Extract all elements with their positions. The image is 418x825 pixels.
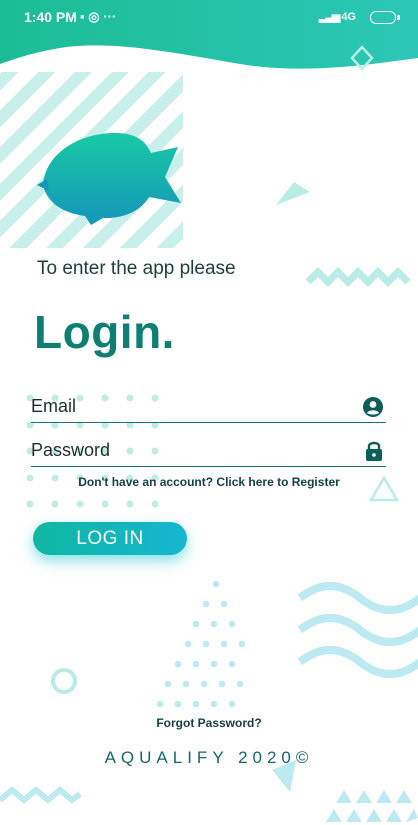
footer-brand: AQUALIFY 2020©: [104, 748, 314, 767]
lock-icon: [364, 440, 384, 467]
password-field-container: [31, 436, 386, 467]
status-time: 1:40 PM: [24, 9, 77, 25]
register-link[interactable]: Don't have an account? Click here to Reg…: [0, 475, 418, 489]
person-circle-icon: [362, 396, 384, 423]
email-field-container: [31, 392, 386, 423]
login-button[interactable]: LOG IN: [33, 522, 187, 555]
login-prompt: To enter the app please: [37, 258, 236, 279]
status-bar: 1:40 PM ▪ ◎ ··· ▂▃▅ 4G: [0, 0, 418, 34]
fish-logo: [37, 132, 181, 225]
signal-icon: ▂▃▅: [318, 11, 340, 23]
battery-icon: [370, 11, 400, 24]
network-type: 4G: [341, 11, 356, 23]
forgot-password-link[interactable]: Forgot Password?: [0, 716, 418, 730]
password-field[interactable]: [31, 440, 331, 461]
page-title: Login.: [34, 306, 175, 358]
network-label: ▂▃▅ 4G: [319, 10, 356, 23]
email-field[interactable]: [31, 396, 331, 417]
notification-icons: ▪ ◎ ···: [80, 9, 117, 24]
